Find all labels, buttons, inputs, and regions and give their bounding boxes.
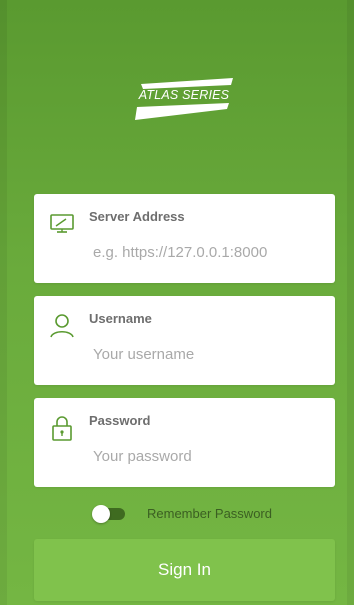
password-input[interactable] [89,444,328,468]
username-label: Username [89,311,152,326]
password-card[interactable]: Password [34,398,335,487]
remember-password-toggle[interactable] [92,505,126,523]
sign-in-button[interactable]: Sign In [34,539,335,601]
right-edge [347,0,354,605]
password-label: Password [89,413,151,428]
atlas-series-logo: ATLAS SERIES [133,78,235,122]
server-address-card[interactable]: Server Address [34,194,335,283]
logo-text: ATLAS SERIES [138,88,230,102]
monitor-icon [48,209,76,237]
username-card[interactable]: Username [34,296,335,385]
server-address-input[interactable] [89,240,328,264]
remember-password-label: Remember Password [147,506,272,521]
login-screen: ATLAS SERIES Server Address Username [0,0,354,605]
user-icon [48,311,76,339]
server-address-label: Server Address [89,209,185,224]
toggle-thumb [92,505,110,523]
remember-password-row: Remember Password [92,503,292,525]
lock-icon [48,413,76,441]
username-input[interactable] [89,342,328,366]
left-edge [0,0,7,605]
